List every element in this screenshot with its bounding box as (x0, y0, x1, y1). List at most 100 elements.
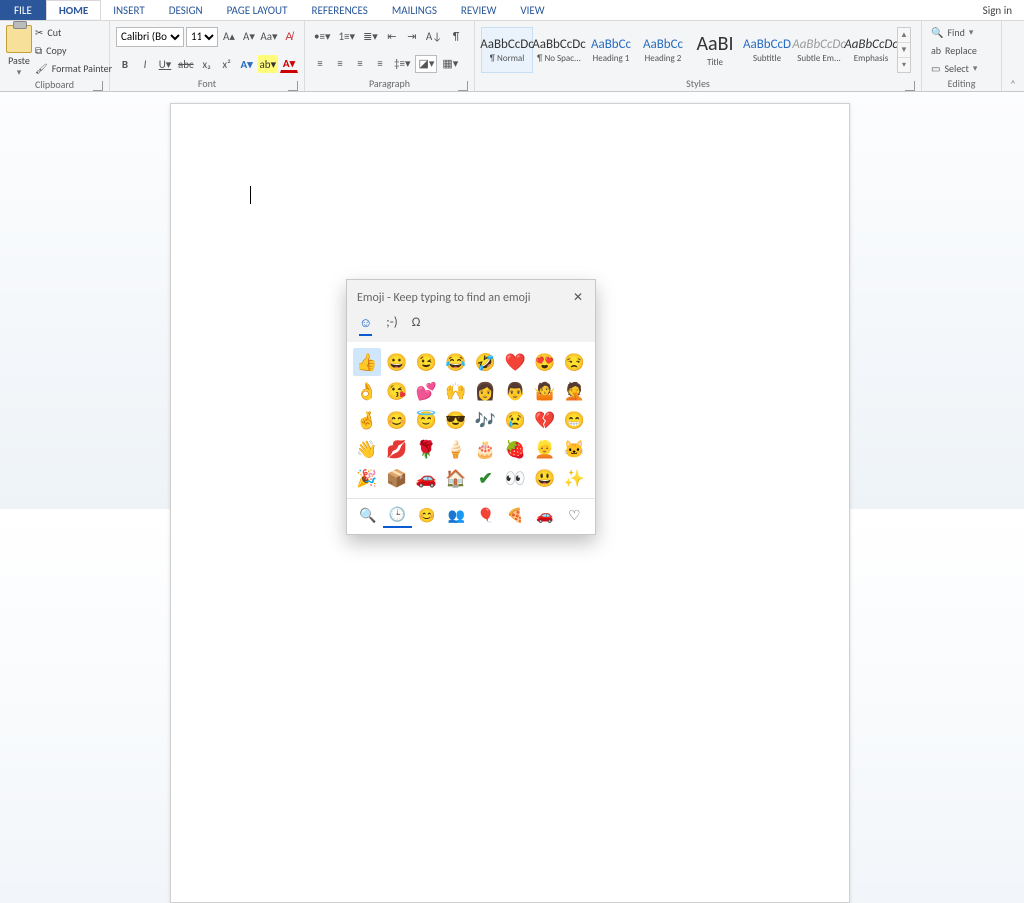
tab-references[interactable]: REFERENCES (299, 0, 379, 20)
emoji-cell[interactable]: 🙌 (442, 377, 470, 405)
emoji-category-5[interactable]: 🍕 (501, 503, 531, 528)
emoji-cell[interactable]: 🍦 (442, 435, 470, 463)
tab-review[interactable]: REVIEW (449, 0, 509, 20)
tab-file[interactable]: FILE (0, 0, 46, 20)
emoji-cell[interactable]: 🍓 (501, 435, 529, 463)
paste-button[interactable]: Paste ▾ (6, 23, 32, 78)
change-case-button[interactable]: Aa▾ (260, 28, 278, 46)
emoji-tab-emoji[interactable]: ☺ (359, 315, 372, 336)
increase-indent-button[interactable]: ⇥ (403, 27, 421, 45)
grow-font-button[interactable]: A▴ (220, 28, 238, 46)
show-marks-button[interactable]: ¶ (447, 27, 465, 45)
emoji-cell[interactable]: ✨ (560, 464, 588, 492)
font-color-button[interactable]: A▾ (280, 55, 298, 73)
emoji-cell[interactable]: 👌 (353, 377, 381, 405)
emoji-cell[interactable]: 😉 (412, 348, 440, 376)
emoji-cell[interactable]: 👍 (353, 348, 381, 376)
style-subtle-em-[interactable]: AaBbCcDcSubtle Em... (793, 27, 845, 73)
strike-button[interactable]: abc (176, 55, 196, 73)
font-name-select[interactable]: Calibri (Body) (116, 27, 184, 47)
decrease-indent-button[interactable]: ⇤ (383, 27, 401, 45)
bullets-button[interactable]: •≡▾ (311, 27, 333, 45)
select-button[interactable]: ▭Select▾ (928, 59, 1000, 77)
emoji-cell[interactable]: 🎉 (353, 464, 381, 492)
emoji-cell[interactable]: 🤦 (560, 377, 588, 405)
emoji-tab-kaomoji[interactable]: ;-) (386, 315, 397, 336)
align-right-button[interactable]: ≡ (351, 55, 369, 73)
align-left-button[interactable]: ≡ (311, 55, 329, 73)
emoji-cell[interactable]: 💕 (412, 377, 440, 405)
emoji-category-2[interactable]: 😊 (412, 503, 442, 528)
bold-button[interactable]: B (116, 55, 134, 73)
tab-insert[interactable]: INSERT (101, 0, 157, 20)
italic-button[interactable]: I (136, 55, 154, 73)
line-spacing-button[interactable]: ‡≡▾ (391, 55, 413, 73)
emoji-search-button[interactable]: 🔍 (353, 503, 383, 528)
tab-mailings[interactable]: MAILINGS (380, 0, 449, 20)
paste-dropdown-icon[interactable]: ▾ (17, 67, 22, 78)
emoji-cell[interactable]: 💋 (383, 435, 411, 463)
emoji-cell[interactable]: 👀 (501, 464, 529, 492)
emoji-cell[interactable]: 😒 (560, 348, 588, 376)
emoji-cell[interactable]: 💔 (531, 406, 559, 434)
emoji-category-7[interactable]: ♡ (560, 503, 590, 528)
emoji-cell[interactable]: 🐱 (560, 435, 588, 463)
emoji-cell[interactable]: 👩 (472, 377, 500, 405)
paragraph-dialog-launcher[interactable] (458, 81, 468, 91)
emoji-category-1[interactable]: 🕒 (383, 503, 413, 528)
emoji-cell[interactable]: 😊 (383, 406, 411, 434)
emoji-cell[interactable]: 👱 (531, 435, 559, 463)
copy-button[interactable]: ⧉Copy (32, 41, 120, 59)
emoji-cell[interactable]: 😘 (383, 377, 411, 405)
emoji-cell[interactable]: 😎 (442, 406, 470, 434)
tab-page-layout[interactable]: PAGE LAYOUT (215, 0, 300, 20)
emoji-cell[interactable]: 🏠 (442, 464, 470, 492)
superscript-button[interactable]: x² (218, 55, 236, 73)
emoji-cell[interactable]: 😀 (383, 348, 411, 376)
tab-home[interactable]: HOME (46, 0, 101, 20)
emoji-cell[interactable]: 🤣 (472, 348, 500, 376)
emoji-cell[interactable]: 👋 (353, 435, 381, 463)
emoji-cell[interactable]: 🤞 (353, 406, 381, 434)
highlight-button[interactable]: ab▾ (258, 55, 278, 73)
emoji-cell[interactable]: 😁 (560, 406, 588, 434)
shading-button[interactable]: ◪▾ (415, 55, 437, 73)
clipboard-dialog-launcher[interactable] (93, 81, 103, 91)
borders-button[interactable]: ▦▾ (439, 55, 461, 73)
emoji-category-4[interactable]: 🎈 (471, 503, 501, 528)
emoji-category-3[interactable]: 👥 (442, 503, 472, 528)
numbering-button[interactable]: 1≡▾ (335, 27, 358, 45)
shrink-font-button[interactable]: A▾ (240, 28, 258, 46)
emoji-tab-symbols[interactable]: Ω (412, 315, 421, 336)
style-title[interactable]: AaBITitle (689, 27, 741, 73)
underline-button[interactable]: U▾ (156, 55, 174, 73)
styles-gallery-scroll[interactable]: ▲▼▾ (897, 27, 911, 73)
emoji-cell[interactable]: 😍 (531, 348, 559, 376)
justify-button[interactable]: ≡ (371, 55, 389, 73)
style-emphasis[interactable]: AaBbCcDcEmphasis (845, 27, 897, 73)
emoji-cell[interactable]: 😢 (501, 406, 529, 434)
style-subtitle[interactable]: AaBbCcDSubtitle (741, 27, 793, 73)
style-heading-2[interactable]: AaBbCcHeading 2 (637, 27, 689, 73)
font-size-select[interactable]: 11 (186, 27, 218, 47)
styles-dialog-launcher[interactable] (905, 81, 915, 91)
replace-button[interactable]: abReplace (928, 41, 1000, 59)
collapse-ribbon-button[interactable]: ˄ (1002, 21, 1024, 91)
tab-design[interactable]: DESIGN (157, 0, 215, 20)
emoji-cell[interactable]: 🎶 (472, 406, 500, 434)
emoji-cell[interactable]: 🌹 (412, 435, 440, 463)
emoji-cell[interactable]: 🚗 (412, 464, 440, 492)
text-effects-button[interactable]: A▾ (238, 55, 256, 73)
font-dialog-launcher[interactable] (288, 81, 298, 91)
align-center-button[interactable]: ≡ (331, 55, 349, 73)
subscript-button[interactable]: x₂ (198, 55, 216, 73)
emoji-cell[interactable]: 🤷 (531, 377, 559, 405)
find-button[interactable]: 🔍Find▾ (928, 23, 1000, 41)
tab-view[interactable]: VIEW (508, 0, 556, 20)
sort-button[interactable]: A↓ (423, 27, 445, 45)
emoji-cell[interactable]: 😂 (442, 348, 470, 376)
style-heading-1[interactable]: AaBbCcHeading 1 (585, 27, 637, 73)
emoji-category-6[interactable]: 🚗 (530, 503, 560, 528)
style--normal[interactable]: AaBbCcDc¶ Normal (481, 27, 533, 73)
sign-in-link[interactable]: Sign in (971, 0, 1024, 20)
